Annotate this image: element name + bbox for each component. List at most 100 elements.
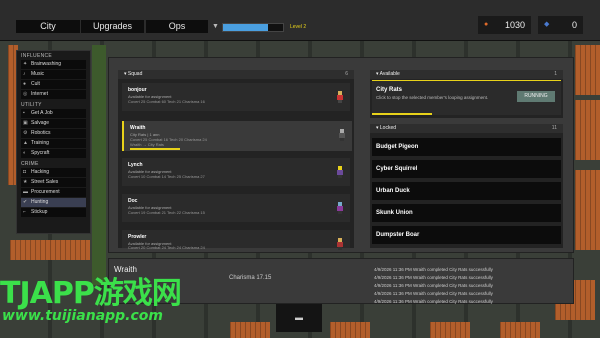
job-title: City Rats bbox=[376, 87, 403, 93]
locked-header: ▾ Locked 11 bbox=[370, 124, 563, 133]
tab-city[interactable]: City bbox=[16, 20, 80, 33]
spy-icon: ◐ bbox=[23, 150, 27, 156]
job-description: Click to stop the selected member's loop… bbox=[376, 95, 489, 100]
sidebar-item-label: Stickup bbox=[31, 209, 48, 215]
locked-job-cyber-squirrel[interactable]: Cyber Squirrel bbox=[372, 160, 561, 178]
building-block bbox=[10, 240, 90, 260]
operations-panel: ▾ Squad 6 bonjour Available for assignmen… bbox=[108, 57, 574, 253]
level-label: Level 2 bbox=[290, 24, 307, 30]
sidebar-item-label: Hunting bbox=[31, 199, 49, 205]
section-title-utility: UTILITY bbox=[21, 102, 42, 108]
member-avatar-icon bbox=[337, 166, 343, 178]
top-bar: City Upgrades Ops ▼ Level 2 ● 1030 ◆ 0 bbox=[0, 0, 600, 41]
sidebar-item-label: Salvage bbox=[31, 120, 50, 126]
building-block bbox=[575, 100, 600, 160]
sidebar-item-get-a-job[interactable]: ▪ Get A Job bbox=[21, 109, 86, 118]
hacking-icon: ◘ bbox=[23, 169, 27, 175]
sidebar: INFLUENCE ✦ Brainwashing ♪ Music ● Cult ◎ In… bbox=[16, 50, 91, 234]
available-panel: ▾ Available 1 City Rats Click to stop the… bbox=[370, 70, 563, 118]
sidebar-item-label: Training bbox=[31, 140, 49, 146]
watermark-logo: TJAPP游戏网 bbox=[0, 276, 182, 311]
building-block bbox=[330, 322, 370, 338]
assignment-progress-fill bbox=[130, 148, 180, 150]
squad-panel: ▾ Squad 6 bonjour Available for assignmen… bbox=[118, 70, 354, 250]
locked-job-urban-duck[interactable]: Urban Duck bbox=[372, 182, 561, 200]
sidebar-item-label: Street Sales bbox=[31, 179, 59, 185]
cash-counter: ● 1030 bbox=[478, 16, 531, 34]
sidebar-item-internet[interactable]: ◎ Internet bbox=[21, 90, 86, 99]
sidebar-item-hunting[interactable]: ✔ Hunting bbox=[21, 198, 86, 207]
collapse-button[interactable]: ▬ bbox=[276, 304, 322, 332]
member-name: Prowler bbox=[128, 234, 147, 240]
log-entry: 4/9/2026 11:36 PM Wraith completed City … bbox=[374, 275, 493, 280]
sidebar-item-training[interactable]: ▲ Training bbox=[21, 139, 86, 148]
briefcase-icon: ▪ bbox=[23, 110, 25, 116]
cult-icon: ● bbox=[23, 81, 27, 87]
squad-member-card[interactable]: Lynch Available for assignment Covert 10… bbox=[122, 158, 350, 186]
member-name: bonjour bbox=[128, 87, 147, 93]
locked-job-budget-pigeon[interactable]: Budget Pigeon bbox=[372, 138, 561, 156]
token-value: 0 bbox=[571, 20, 577, 30]
token-icon: ◆ bbox=[544, 21, 550, 28]
chevron-down-icon[interactable]: ▼ bbox=[212, 20, 220, 33]
cash-icon: ● bbox=[484, 21, 489, 28]
member-stats: Covert 25 Combat 60 Tech 21 Charisma 16 bbox=[128, 99, 205, 104]
sales-icon: ★ bbox=[23, 179, 28, 185]
procurement-icon: ▬ bbox=[23, 189, 28, 195]
squad-title: Squad bbox=[127, 71, 143, 77]
member-avatar-icon bbox=[339, 129, 345, 141]
sidebar-item-label: Procurement bbox=[31, 189, 60, 195]
log-entry: 4/9/2026 11:36 PM Wraith completed City … bbox=[374, 283, 493, 288]
sidebar-item-label: Music bbox=[31, 71, 45, 77]
running-button[interactable]: RUNNING bbox=[517, 91, 555, 102]
sidebar-item-spycraft[interactable]: ◐ Spycraft bbox=[21, 149, 86, 158]
sidebar-item-label: Brainwashing bbox=[31, 61, 62, 67]
section-title-crime: CRIME bbox=[21, 161, 39, 167]
tab-upgrades[interactable]: Upgrades bbox=[81, 20, 144, 33]
job-progress-bar bbox=[372, 113, 432, 115]
squad-member-card[interactable]: Prowler Available for assignment Covert … bbox=[122, 230, 350, 250]
log-entry: 4/9/2026 11:36 PM Wraith completed City … bbox=[374, 299, 493, 304]
locked-title: Locked bbox=[379, 125, 397, 131]
sidebar-item-salvage[interactable]: ▣ Salvage bbox=[21, 119, 86, 128]
member-name: Doc bbox=[128, 198, 138, 204]
sidebar-item-cult[interactable]: ● Cult bbox=[21, 80, 86, 89]
tab-ops[interactable]: Ops bbox=[146, 20, 208, 33]
robot-icon: ⚙ bbox=[23, 130, 28, 136]
building-block bbox=[575, 170, 600, 250]
sidebar-item-stickup[interactable]: ⌐ Stickup bbox=[21, 208, 86, 217]
training-icon: ▲ bbox=[23, 140, 28, 146]
squad-member-card[interactable]: Doc Available for assignment Covert 19 C… bbox=[122, 194, 350, 222]
locked-job-skunk-union[interactable]: Skunk Union bbox=[372, 204, 561, 222]
sidebar-item-street-sales[interactable]: ★ Street Sales bbox=[21, 178, 86, 187]
available-header: ▾ Available 1 bbox=[370, 70, 563, 79]
log-entry: 4/9/2026 11:36 PM Wraith completed City … bbox=[374, 267, 493, 272]
sidebar-item-label: Internet bbox=[31, 91, 48, 97]
job-card-city-rats[interactable]: City Rats Click to stop the selected mem… bbox=[372, 80, 561, 115]
stickup-icon: ⌐ bbox=[23, 209, 26, 215]
member-name: Wraith bbox=[130, 125, 146, 131]
squad-header: ▾ Squad 6 bbox=[118, 70, 354, 79]
section-title-influence: INFLUENCE bbox=[21, 53, 53, 59]
squad-member-card-selected[interactable]: Wraith City Rats | 1 ann Covert 25 Comba… bbox=[122, 121, 352, 151]
watermark-url: www.tuijianapp.com bbox=[2, 308, 164, 324]
sidebar-item-label: Spycraft bbox=[31, 150, 50, 156]
assignment-progress-bar bbox=[130, 148, 180, 150]
building-block bbox=[230, 322, 270, 338]
locked-count: 11 bbox=[551, 125, 557, 131]
squad-member-card[interactable]: bonjour Available for assignment Covert … bbox=[122, 83, 350, 111]
member-assignment: Wraith → City Rats bbox=[130, 142, 164, 147]
sidebar-item-label: Hacking bbox=[31, 169, 50, 175]
building-block bbox=[575, 45, 600, 95]
sidebar-item-hacking[interactable]: ◘ Hacking bbox=[21, 168, 86, 177]
sidebar-item-label: Robotics bbox=[31, 130, 51, 136]
sidebar-item-music[interactable]: ♪ Music bbox=[21, 70, 86, 79]
token-counter: ◆ 0 bbox=[538, 16, 583, 34]
level-progress-bar bbox=[222, 23, 284, 32]
locked-job-dumpster-boar[interactable]: Dumpster Boar bbox=[372, 226, 561, 244]
member-stats: Covert 20 Combat 24 Tech 24 Charisma 24 bbox=[128, 245, 205, 250]
sidebar-item-label: Cult bbox=[31, 81, 40, 87]
sidebar-item-procurement[interactable]: ▬ Procurement bbox=[21, 188, 86, 197]
sidebar-item-robotics[interactable]: ⚙ Robotics bbox=[21, 129, 86, 138]
sidebar-item-brainwashing[interactable]: ✦ Brainwashing bbox=[21, 60, 86, 69]
